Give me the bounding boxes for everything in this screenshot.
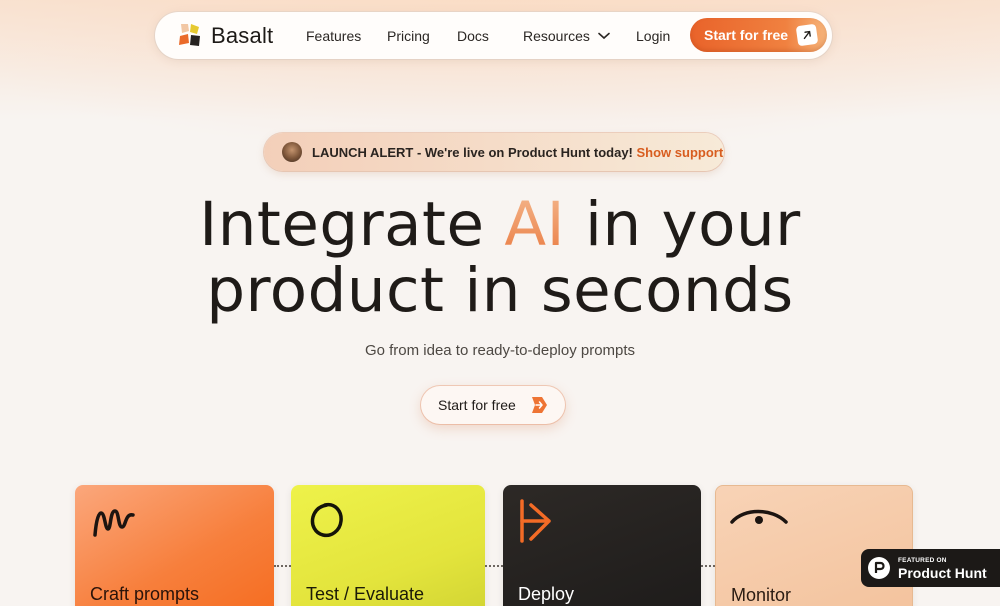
card-monitor-label: Monitor bbox=[731, 585, 792, 605]
start-free-nav-button[interactable]: Start for free bbox=[690, 18, 827, 52]
nav-resources-label: Resources bbox=[523, 28, 590, 44]
connector-line bbox=[274, 565, 291, 567]
hero-title-part2: in your bbox=[565, 189, 801, 260]
card-deploy[interactable]: Deploy bbox=[503, 485, 701, 606]
nav-pricing-link[interactable]: Pricing bbox=[387, 28, 430, 44]
product-hunt-badge[interactable]: FEATURED ON Product Hunt bbox=[861, 549, 1000, 587]
start-free-hero-label: Start for free bbox=[438, 397, 516, 413]
eye-icon bbox=[730, 509, 788, 524]
hero-title-highlight: AI bbox=[504, 189, 566, 260]
card-test-label: Test / Evaluate bbox=[306, 584, 425, 604]
nav-login-link[interactable]: Login bbox=[636, 28, 670, 44]
avatar bbox=[282, 142, 302, 162]
deploy-arrow-icon bbox=[520, 499, 551, 543]
show-support-link[interactable]: Show support bbox=[637, 145, 724, 160]
circle-scribble-icon bbox=[310, 502, 343, 538]
launch-alert-message: LAUNCH ALERT - We're live on Product Hun… bbox=[312, 145, 633, 160]
hero-subtitle: Go from idea to ready-to-deploy prompts bbox=[364, 342, 636, 359]
connector-line bbox=[485, 565, 503, 567]
launch-alert-banner[interactable]: LAUNCH ALERT - We're live on Product Hun… bbox=[264, 133, 724, 171]
card-test-evaluate[interactable]: Test / Evaluate bbox=[291, 485, 485, 606]
hero-title-part1: Integrate bbox=[199, 189, 505, 260]
top-navbar: Basalt Features Pricing Docs Resources L… bbox=[155, 12, 832, 59]
basalt-logo-icon bbox=[177, 23, 203, 49]
card-craft-prompts[interactable]: Craft prompts bbox=[75, 485, 274, 606]
launch-alert-text: LAUNCH ALERT - We're live on Product Hun… bbox=[312, 145, 723, 160]
connector-line bbox=[701, 565, 715, 567]
card-monitor[interactable]: Monitor bbox=[715, 485, 913, 606]
start-free-nav-label: Start for free bbox=[704, 27, 789, 43]
chevron-down-icon bbox=[598, 32, 610, 40]
card-craft-label: Craft prompts bbox=[90, 584, 200, 604]
nav-docs-link[interactable]: Docs bbox=[457, 28, 489, 44]
product-hunt-label: Product Hunt bbox=[898, 565, 987, 581]
product-hunt-logo-icon bbox=[868, 557, 890, 579]
brand-logo[interactable]: Basalt bbox=[177, 23, 273, 49]
start-free-hero-button[interactable]: Start for free bbox=[421, 386, 565, 424]
card-deploy-label: Deploy bbox=[518, 584, 575, 604]
squiggle-icon bbox=[93, 509, 135, 537]
nav-features-link[interactable]: Features bbox=[306, 28, 361, 44]
brand-name: Basalt bbox=[211, 23, 274, 48]
arrow-up-right-icon bbox=[795, 23, 819, 47]
arrow-right-icon bbox=[532, 397, 547, 413]
hero-title: Integrate AI in your product in seconds bbox=[0, 192, 1000, 324]
nav-resources-dropdown[interactable]: Resources bbox=[523, 28, 610, 44]
hero-title-line2: product in seconds bbox=[206, 255, 794, 326]
product-hunt-featured-label: FEATURED ON bbox=[898, 557, 947, 564]
